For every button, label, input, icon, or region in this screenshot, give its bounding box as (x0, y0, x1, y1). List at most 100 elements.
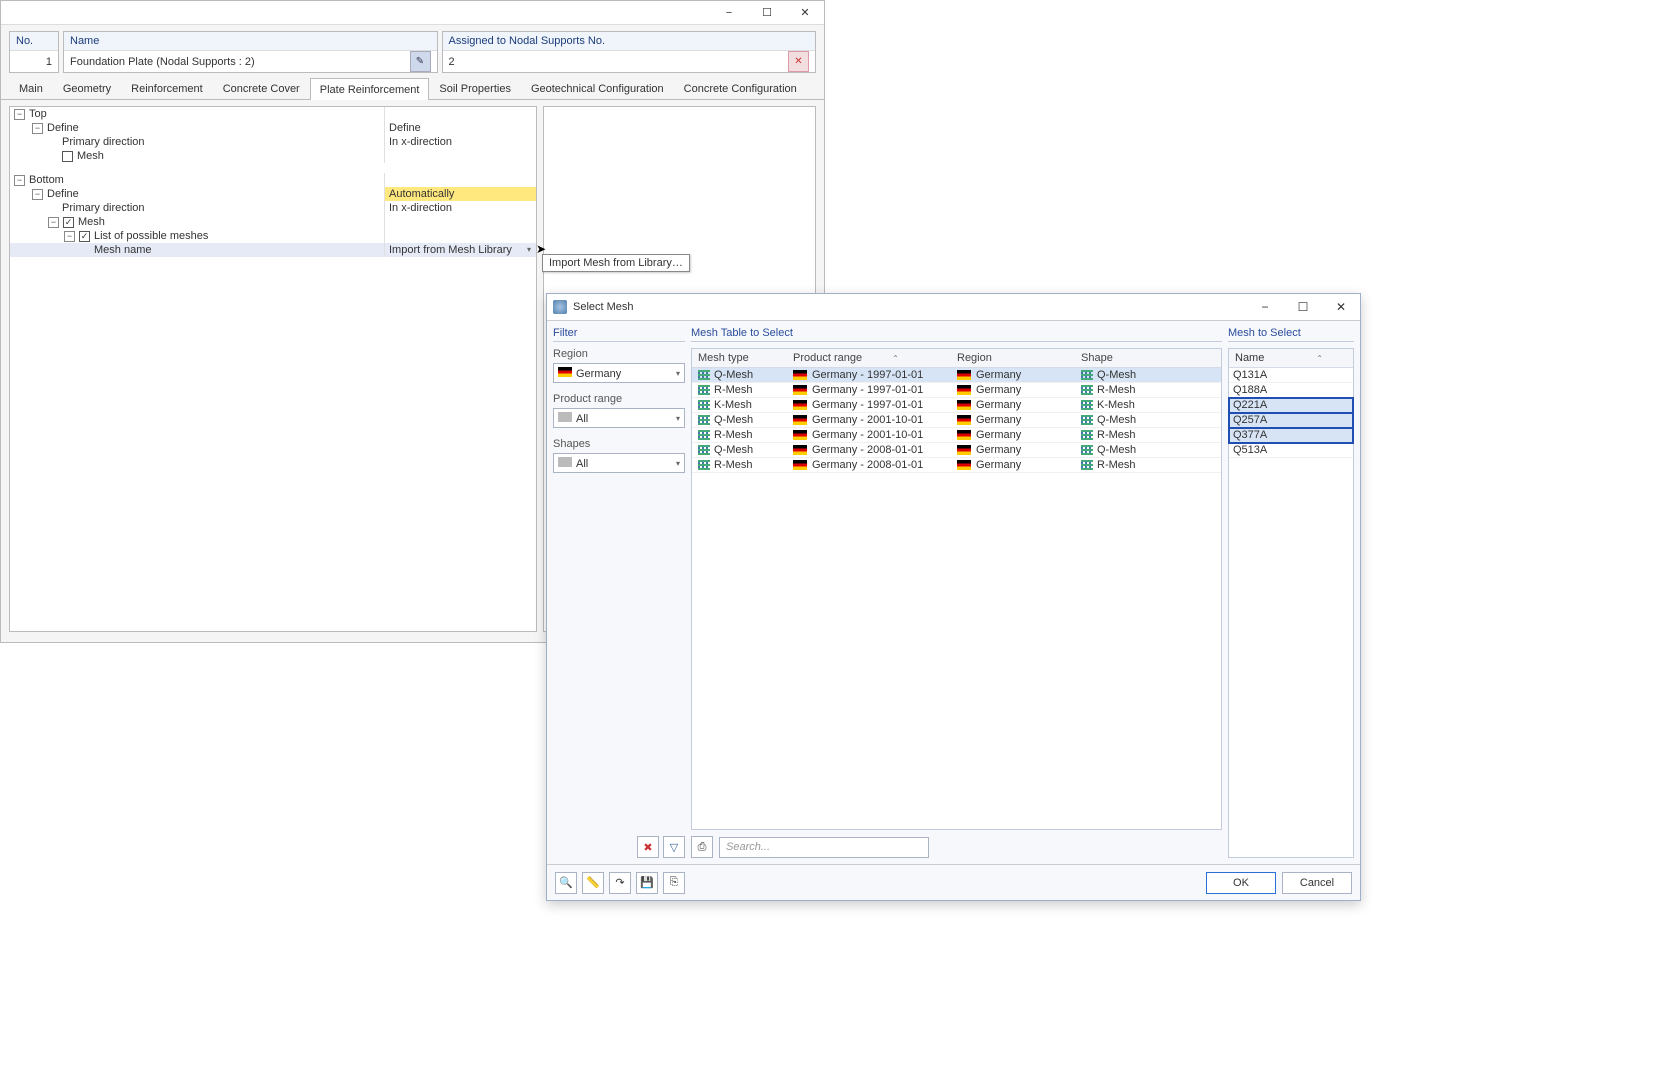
select-mesh-dialog: Select Mesh − ☐ ✕ Filter Region Germany … (546, 293, 1361, 901)
measure-icon-button[interactable]: 📏 (582, 872, 604, 894)
sort-asc-icon: ⌃ (892, 354, 899, 363)
list-item[interactable]: Q131A (1229, 368, 1353, 383)
list-item[interactable]: Q377A (1229, 428, 1353, 443)
maximize-button[interactable]: ☐ (748, 1, 786, 25)
table-row[interactable]: R-MeshGermany - 2008-01-01GermanyR-Mesh (692, 458, 1221, 473)
tree-mesh-name[interactable]: Mesh name (94, 243, 151, 257)
tab-concrete-configuration[interactable]: Concrete Configuration (674, 77, 807, 99)
table-row[interactable]: R-MeshGermany - 2001-10-01GermanyR-Mesh (692, 428, 1221, 443)
property-tree[interactable]: −Top −DefineDefine Primary directionIn x… (9, 106, 537, 632)
dialog-maximize-button[interactable]: ☐ (1284, 294, 1322, 321)
mesh-select-panel: Mesh to Select Name⌃ Q131AQ188AQ221AQ257… (1228, 327, 1354, 858)
col-range[interactable]: Product range⌃ (787, 349, 951, 367)
close-button[interactable]: ✕ (786, 1, 824, 25)
define-value[interactable]: Define (384, 121, 536, 135)
shapes-combo[interactable]: All ▾ (553, 453, 685, 473)
search-input[interactable]: Search... (719, 837, 929, 858)
col-type[interactable]: Mesh type (692, 349, 787, 367)
col-shape[interactable]: Shape (1075, 349, 1221, 367)
mesh-table-list[interactable]: Mesh type Product range⌃ Region Shape Q-… (691, 348, 1222, 830)
mesh-checkbox[interactable] (62, 151, 73, 162)
filter-panel: Filter Region Germany ▾ Product range Al… (553, 327, 685, 858)
mesh-name-dropdown[interactable]: Import from Mesh Library ▾ (384, 243, 536, 257)
name-value[interactable]: Foundation Plate (Nodal Supports : 2) (70, 56, 255, 68)
table-row[interactable]: Q-MeshGermany - 2008-01-01GermanyQ-Mesh (692, 443, 1221, 458)
tree-define-bottom[interactable]: Define (47, 187, 79, 201)
table-row[interactable]: Q-MeshGermany - 1997-01-01GermanyQ-Mesh (692, 368, 1221, 383)
assigned-value[interactable]: 2 (449, 56, 455, 68)
dialog-title: Select Mesh (573, 301, 634, 313)
product-range-combo[interactable]: All ▾ (553, 408, 685, 428)
list-item[interactable]: Q221A (1229, 398, 1353, 413)
minimize-button[interactable]: − (710, 1, 748, 25)
list-item[interactable]: Q257A (1229, 413, 1353, 428)
tab-soil-properties[interactable]: Soil Properties (429, 77, 521, 99)
mesh-checkbox-checked[interactable]: ✓ (63, 217, 74, 228)
tab-reinforcement[interactable]: Reinforcement (121, 77, 213, 99)
library-button[interactable]: ⎙ (691, 836, 713, 858)
tree-primary-dir[interactable]: Primary direction (62, 135, 145, 149)
table-row[interactable]: K-MeshGermany - 1997-01-01GermanyK-Mesh (692, 398, 1221, 413)
copy-icon-button[interactable]: ⎘ (663, 872, 685, 894)
name-label: Name (64, 32, 437, 51)
col-region[interactable]: Region (951, 349, 1075, 367)
dialog-close-button[interactable]: ✕ (1322, 294, 1360, 321)
dialog-minimize-button[interactable]: − (1246, 294, 1284, 321)
tree-bottom[interactable]: Bottom (29, 173, 64, 187)
tree-mesh-bottom[interactable]: Mesh (78, 215, 105, 229)
tab-main[interactable]: Main (9, 77, 53, 99)
export-icon-button[interactable]: ↷ (609, 872, 631, 894)
save-icon-button[interactable]: 💾 (636, 872, 658, 894)
primary-dir2-value[interactable]: In x-direction (384, 201, 536, 215)
table-row[interactable]: Q-MeshGermany - 2001-10-01GermanyQ-Mesh (692, 413, 1221, 428)
all-swatch-icon (558, 457, 572, 467)
list-possible-checkbox[interactable]: ✓ (79, 231, 90, 242)
search-icon-button[interactable]: 🔍 (555, 872, 577, 894)
edit-name-button[interactable]: ✎ (410, 51, 431, 72)
region-combo[interactable]: Germany ▾ (553, 363, 685, 383)
tree-mesh-top[interactable]: Mesh (77, 149, 104, 163)
filter-toggle-button[interactable]: ▽ (663, 836, 685, 858)
collapse-icon[interactable]: − (64, 231, 75, 242)
collapse-icon[interactable]: − (48, 217, 59, 228)
no-value[interactable]: 1 (10, 51, 58, 72)
germany-flag-icon (793, 385, 807, 395)
tree-list-possible[interactable]: List of possible meshes (94, 229, 208, 243)
tab-geometry[interactable]: Geometry (53, 77, 121, 99)
clear-assigned-button[interactable]: ✕ (788, 51, 809, 72)
chevron-down-icon: ▾ (676, 459, 680, 468)
define-bottom-value[interactable]: Automatically (384, 187, 536, 201)
mesh-select-title: Mesh to Select (1228, 327, 1354, 342)
product-range-value: All (576, 413, 588, 425)
tab-geotechnical-configuration[interactable]: Geotechnical Configuration (521, 77, 674, 99)
mesh-icon (1081, 430, 1093, 440)
mesh-table-header[interactable]: Mesh type Product range⌃ Region Shape (692, 349, 1221, 368)
cancel-button[interactable]: Cancel (1282, 872, 1352, 894)
collapse-icon[interactable]: − (32, 189, 43, 200)
reset-filter-button[interactable]: ✖ (637, 836, 659, 858)
collapse-icon[interactable]: − (14, 175, 25, 186)
list-item[interactable]: Q188A (1229, 383, 1353, 398)
region-value: Germany (576, 368, 621, 380)
list-item[interactable]: Q513A (1229, 443, 1353, 458)
tree-primary-dir2[interactable]: Primary direction (62, 201, 145, 215)
tab-plate-reinforcement[interactable]: Plate Reinforcement (310, 78, 430, 100)
tab-concrete-cover[interactable]: Concrete Cover (213, 77, 310, 99)
collapse-icon[interactable]: − (32, 123, 43, 134)
mesh-icon (1081, 385, 1093, 395)
mesh-select-header[interactable]: Name⌃ (1229, 349, 1353, 368)
mesh-name-value: Import from Mesh Library (389, 243, 512, 257)
germany-flag-icon (957, 370, 971, 380)
germany-flag-icon (793, 415, 807, 425)
table-row[interactable]: R-MeshGermany - 1997-01-01GermanyR-Mesh (692, 383, 1221, 398)
tree-define[interactable]: Define (47, 121, 79, 135)
parent-titlebar: − ☐ ✕ (1, 1, 824, 25)
tree-top[interactable]: Top (29, 107, 47, 121)
primary-dir-value[interactable]: In x-direction (384, 135, 536, 149)
ok-button[interactable]: OK (1206, 872, 1276, 894)
collapse-icon[interactable]: − (14, 109, 25, 120)
assigned-field: Assigned to Nodal Supports No. 2 ✕ (442, 31, 817, 73)
germany-flag-icon (957, 460, 971, 470)
mesh-select-list[interactable]: Name⌃ Q131AQ188AQ221AQ257AQ377AQ513A (1228, 348, 1354, 858)
chevron-down-icon[interactable]: ▾ (522, 244, 536, 256)
